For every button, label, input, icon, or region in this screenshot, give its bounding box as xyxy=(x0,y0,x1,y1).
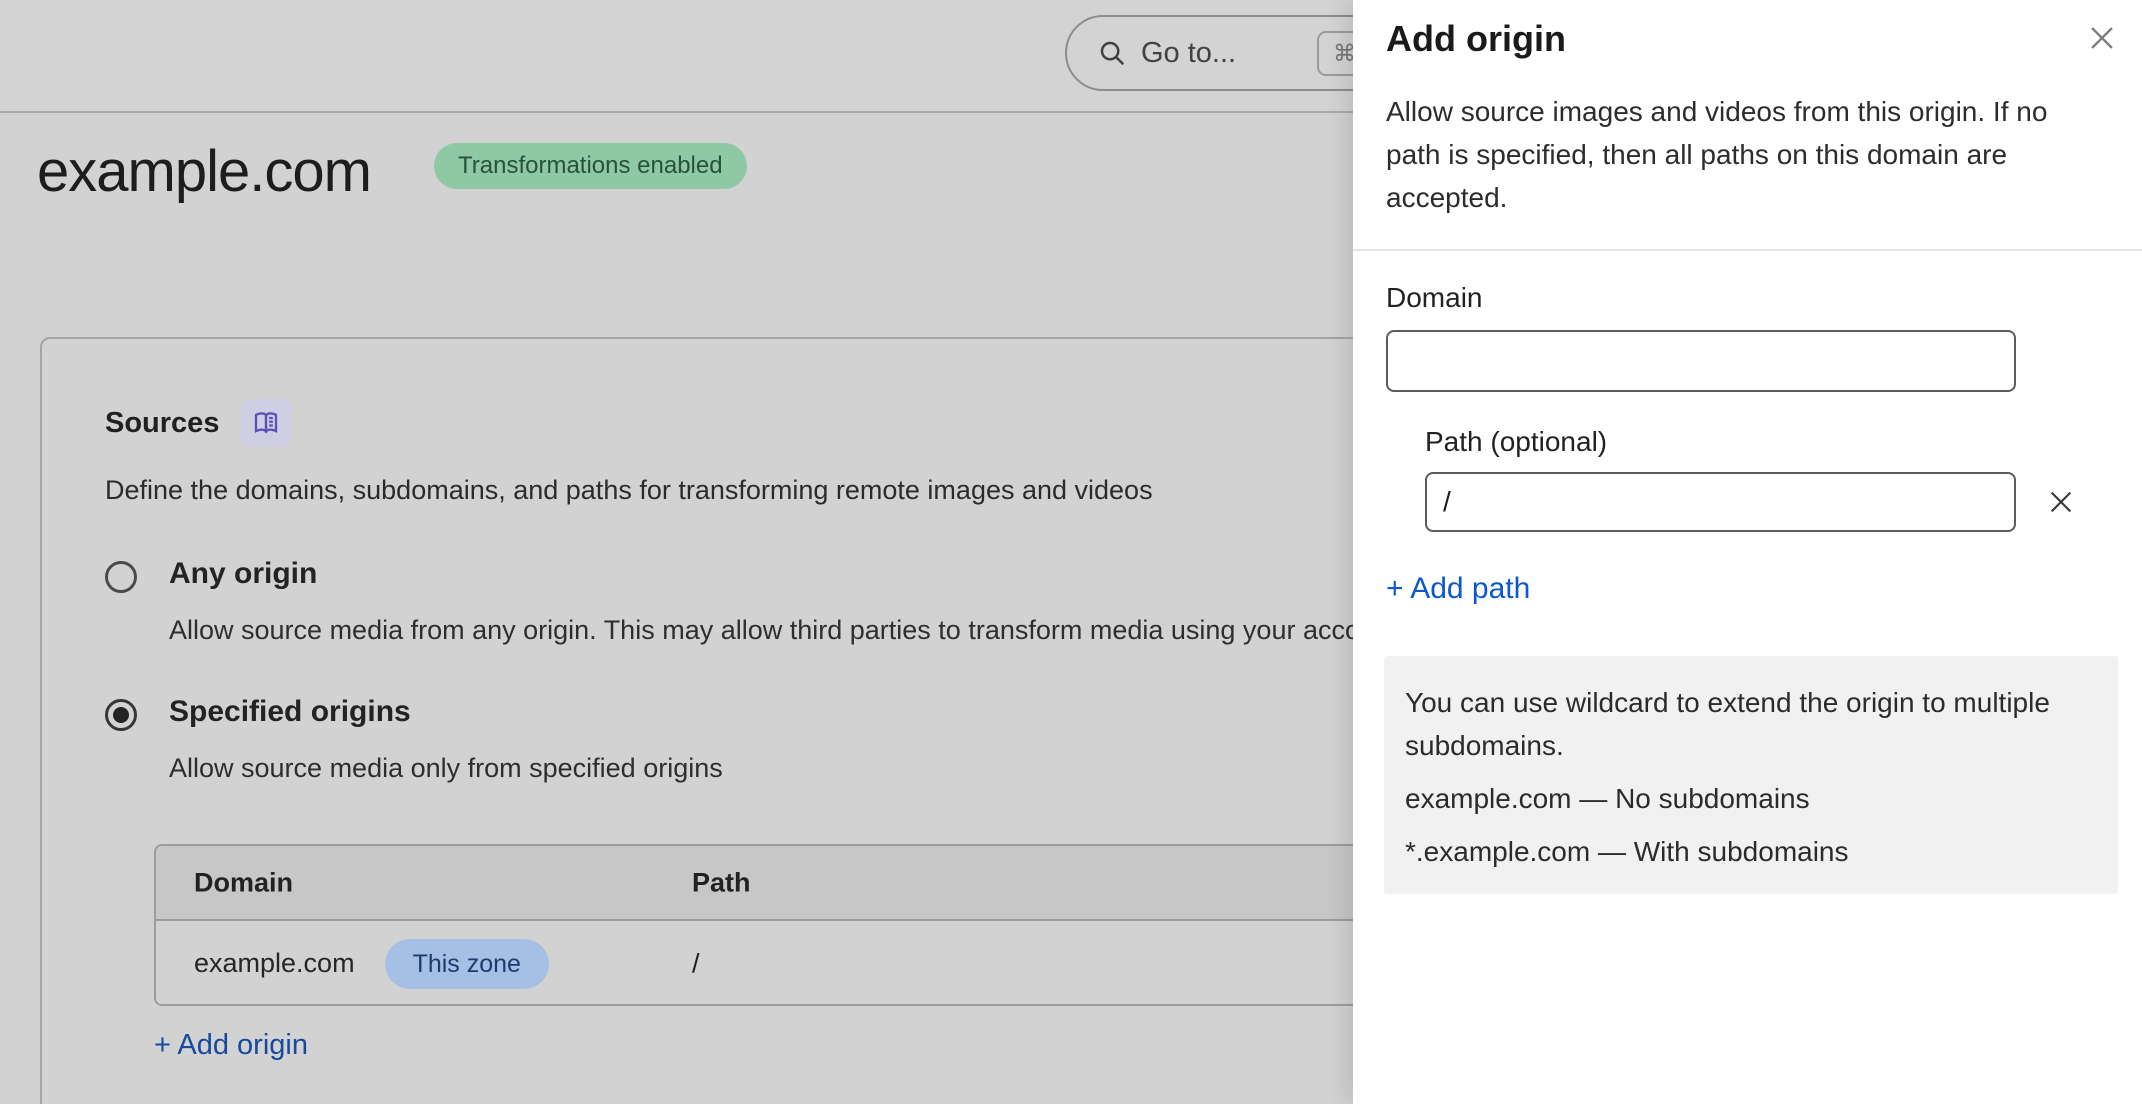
this-zone-badge: This zone xyxy=(385,939,549,989)
path-field-label: Path (optional) xyxy=(1425,426,1607,458)
origin-domain-value: example.com xyxy=(194,948,355,979)
page-title: example.com xyxy=(37,138,371,205)
add-origin-link[interactable]: + Add origin xyxy=(154,1029,308,1062)
column-header-path: Path xyxy=(692,867,751,898)
table-row: example.com This zone / xyxy=(156,921,1472,1006)
remove-path-button[interactable] xyxy=(2039,480,2083,524)
panel-description: Allow source images and videos from this… xyxy=(1386,90,2092,219)
search-icon xyxy=(1097,38,1127,68)
hint-example-with-subdomains: *.example.com — With subdomains xyxy=(1405,830,2096,873)
sources-heading: Sources xyxy=(105,407,219,440)
origins-table: Domain Path example.com This zone / xyxy=(154,844,1474,1006)
transformations-status-badge: Transformations enabled xyxy=(434,143,747,189)
panel-title: Add origin xyxy=(1386,18,1566,60)
hint-example-no-subdomains: example.com — No subdomains xyxy=(1405,777,2096,820)
domain-field-label: Domain xyxy=(1386,282,1482,314)
sources-description: Define the domains, subdomains, and path… xyxy=(105,475,1153,506)
column-header-domain: Domain xyxy=(194,867,293,898)
radio-any-origin[interactable] xyxy=(105,561,137,593)
hint-text: You can use wildcard to extend the origi… xyxy=(1405,681,2096,767)
docs-link[interactable] xyxy=(240,399,292,447)
any-origin-label: Any origin xyxy=(169,557,317,591)
wildcard-hint-box: You can use wildcard to extend the origi… xyxy=(1384,656,2118,894)
specified-origins-description: Allow source media only from specified o… xyxy=(169,753,723,784)
specified-origins-label: Specified origins xyxy=(169,695,411,729)
origin-path-value: / xyxy=(692,948,700,979)
open-book-icon xyxy=(251,408,281,438)
search-input[interactable] xyxy=(1141,37,1291,70)
close-panel-button[interactable] xyxy=(2080,16,2124,60)
panel-divider xyxy=(1353,249,2142,251)
any-origin-description: Allow source media from any origin. This… xyxy=(169,615,1398,646)
domain-input[interactable] xyxy=(1386,330,2016,392)
add-path-link[interactable]: + Add path xyxy=(1386,572,1530,606)
path-input[interactable] xyxy=(1425,472,2016,532)
remove-path-icon xyxy=(2045,486,2077,518)
close-icon xyxy=(2085,21,2119,55)
origins-table-header: Domain Path xyxy=(156,846,1472,921)
radio-specified-origins[interactable] xyxy=(105,699,137,731)
add-origin-panel: Add origin Allow source images and video… xyxy=(1353,0,2142,1104)
